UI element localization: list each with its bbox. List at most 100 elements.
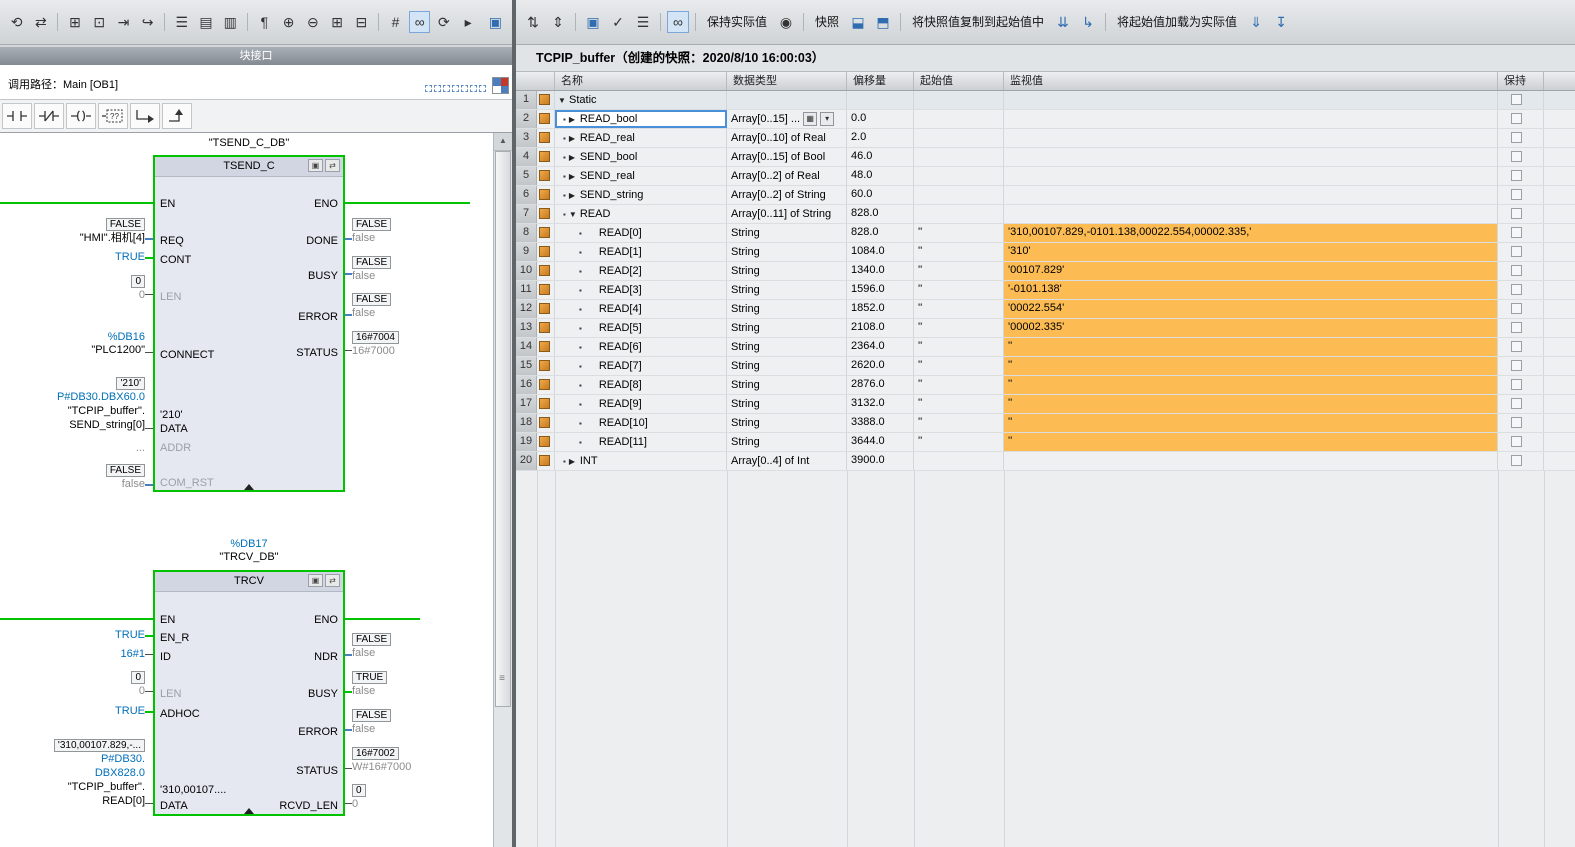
busy-monitor-value[interactable]: FALSE (352, 256, 490, 269)
expanded-mode-icon[interactable]: ☰ (632, 11, 654, 33)
monitor-value-cell[interactable]: '-0101.138' (1004, 281, 1498, 299)
data-monitor-value[interactable]: '310,00107.829,-... (3, 739, 145, 752)
status-monitor-value[interactable]: 16#7002 (352, 747, 490, 760)
copy-snapshot-to-start-button[interactable]: 将快照值复制到起始值中 (907, 11, 1049, 33)
rcvd-len-operand[interactable]: 0 (352, 798, 490, 811)
expand-arrow-icon[interactable]: ▶ (569, 130, 580, 147)
favorite-open-branch-icon[interactable] (130, 103, 160, 129)
table-row[interactable]: 6 ▪ ▶ SEND_string Array[0..2] of String 60.0 (516, 186, 1575, 205)
retain-checkbox[interactable] (1511, 417, 1522, 428)
header-monitor-value[interactable]: 监视值 (1004, 72, 1498, 90)
load-start-icon-2[interactable]: ↧ (1270, 11, 1292, 33)
req-monitor-value[interactable]: FALSE (3, 218, 145, 231)
datatype-cell[interactable]: String (727, 357, 847, 375)
monitor-value-cell[interactable]: '310' (1004, 243, 1498, 261)
header-retain[interactable]: 保持 (1498, 72, 1544, 90)
update-block-calls-icon[interactable]: ⟲ (6, 11, 27, 33)
monitor-value-cell[interactable] (1004, 110, 1498, 128)
table-row[interactable]: 9 ▪ READ[1] String 1084.0 '' '310' (516, 243, 1575, 262)
name-cell[interactable]: ▪ READ[11] (555, 433, 727, 451)
header-datatype[interactable]: 数据类型 (727, 72, 847, 90)
name-cell[interactable]: ▪ READ[10] (555, 414, 727, 432)
datatype-cell[interactable]: String (727, 243, 847, 261)
trcv-block[interactable]: TRCV ▣ ⇄ EN EN_R ID LEN ADHOC '310,00107… (153, 570, 345, 816)
retain-checkbox[interactable] (1511, 341, 1522, 352)
header-name[interactable]: 名称 (555, 72, 727, 90)
scrollbar-thumb[interactable] (495, 151, 511, 707)
table-row[interactable]: 10 ▪ READ[2] String 1340.0 '' '00107.829' (516, 262, 1575, 281)
start-value-cell[interactable] (914, 129, 1004, 147)
start-value-cell[interactable] (914, 186, 1004, 204)
block-call-options-icon[interactable]: ⇄ (325, 574, 340, 587)
name-cell[interactable]: ▪ ▶ READ_real (555, 129, 727, 147)
retain-checkbox[interactable] (1511, 398, 1522, 409)
start-value-cell[interactable]: '' (914, 319, 1004, 337)
monitor-value-cell[interactable] (1004, 91, 1498, 109)
align-center-icon[interactable]: ▤ (195, 11, 216, 33)
favorite-close-branch-icon[interactable] (162, 103, 192, 129)
favorite-contact-open-icon[interactable] (2, 103, 32, 129)
start-value-cell[interactable] (914, 167, 1004, 185)
monitor-value-cell[interactable] (1004, 452, 1498, 470)
collapse-arrow-icon[interactable]: ▼ (569, 206, 580, 223)
insert-network-icon[interactable]: ⊞ (64, 11, 85, 33)
monitor-value-cell[interactable]: '00022.554' (1004, 300, 1498, 318)
datatype-cell[interactable]: String (727, 262, 847, 280)
more-commands-icon[interactable]: ▸ (458, 11, 479, 33)
datatype-cell[interactable]: Array[0..10] of Real (727, 129, 847, 147)
len-operand[interactable]: 0 (3, 685, 145, 698)
busy-monitor-value[interactable]: TRUE (352, 671, 490, 684)
data-pointer-line1[interactable]: P#DB30. (3, 753, 145, 766)
status-monitor-value[interactable]: 16#7004 (352, 331, 490, 344)
adhoc-operand[interactable]: TRUE (3, 705, 145, 718)
retain-checkbox[interactable] (1511, 246, 1522, 257)
start-value-cell[interactable]: '' (914, 376, 1004, 394)
load-start-icon-1[interactable]: ⇓ (1245, 11, 1267, 33)
collapse-arrow-icon[interactable]: ▼ (558, 92, 569, 109)
block-call-options-icon[interactable]: ⇄ (325, 159, 340, 172)
table-row[interactable]: 17 ▪ READ[9] String 3132.0 '' '' (516, 395, 1575, 414)
busy-operand[interactable]: false (352, 685, 490, 698)
done-monitor-value[interactable]: FALSE (352, 218, 490, 231)
name-cell[interactable]: ▪ ▶ INT (555, 452, 727, 470)
data-operand-line1[interactable]: "TCPIP_buffer". (3, 781, 145, 794)
len-monitor-value[interactable]: 0 (3, 275, 145, 288)
collapse-block-icon[interactable] (244, 484, 254, 490)
collapse-block-icon[interactable] (244, 808, 254, 814)
apply-icon[interactable]: ✓ (607, 11, 629, 33)
data-monitor-value[interactable]: '210' (3, 377, 145, 390)
datatype-cell[interactable]: String (727, 319, 847, 337)
table-row[interactable]: 1 ▼ Static (516, 91, 1575, 110)
tsend-c-block[interactable]: TSEND_C ▣ ⇄ EN REQ CONT LEN CONNECT '210… (153, 155, 345, 492)
id-operand[interactable]: 16#1 (3, 648, 145, 661)
rcvd-len-monitor-value[interactable]: 0 (352, 784, 490, 797)
header-offset[interactable]: 偏移量 (847, 72, 914, 90)
retain-checkbox[interactable] (1511, 227, 1522, 238)
error-monitor-value[interactable]: FALSE (352, 293, 490, 306)
name-cell[interactable]: ▪ READ[4] (555, 300, 727, 318)
monitor-value-cell[interactable]: '' (1004, 357, 1498, 375)
datatype-picker-button[interactable]: ▦ (803, 112, 818, 126)
connect-db-address[interactable]: %DB16 (3, 331, 145, 344)
scrollbar-up-icon[interactable]: ▲ (494, 133, 512, 151)
data-operand-line2[interactable]: SEND_string[0] (3, 419, 145, 432)
start-value-cell[interactable]: '' (914, 395, 1004, 413)
block-snapshot-icon[interactable]: ▣ (308, 574, 323, 587)
cont-operand[interactable]: TRUE (3, 251, 145, 264)
retain-checkbox[interactable] (1511, 208, 1522, 219)
datatype-cell[interactable] (727, 91, 847, 109)
copy-snapshot-apply-icon[interactable]: ↳ (1077, 11, 1099, 33)
req-operand[interactable]: "HMI".相机[4] (3, 232, 145, 245)
monitor-value-cell[interactable]: '00107.829' (1004, 262, 1498, 280)
start-value-cell[interactable]: '' (914, 300, 1004, 318)
start-value-cell[interactable] (914, 148, 1004, 166)
monitor-value-cell[interactable]: '' (1004, 414, 1498, 432)
name-cell[interactable]: ▪ READ[7] (555, 357, 727, 375)
table-row[interactable]: 20 ▪ ▶ INT Array[0..4] of Int 3900.0 (516, 452, 1575, 471)
expand-arrow-icon[interactable]: ▶ (569, 453, 580, 470)
keep-value-icon[interactable]: ▣ (582, 11, 604, 33)
load-snapshot-icon[interactable]: ⬒ (872, 11, 894, 33)
name-cell[interactable]: ▪ READ[0] (555, 224, 727, 242)
start-value-cell[interactable]: '' (914, 338, 1004, 356)
retain-checkbox[interactable] (1511, 303, 1522, 314)
